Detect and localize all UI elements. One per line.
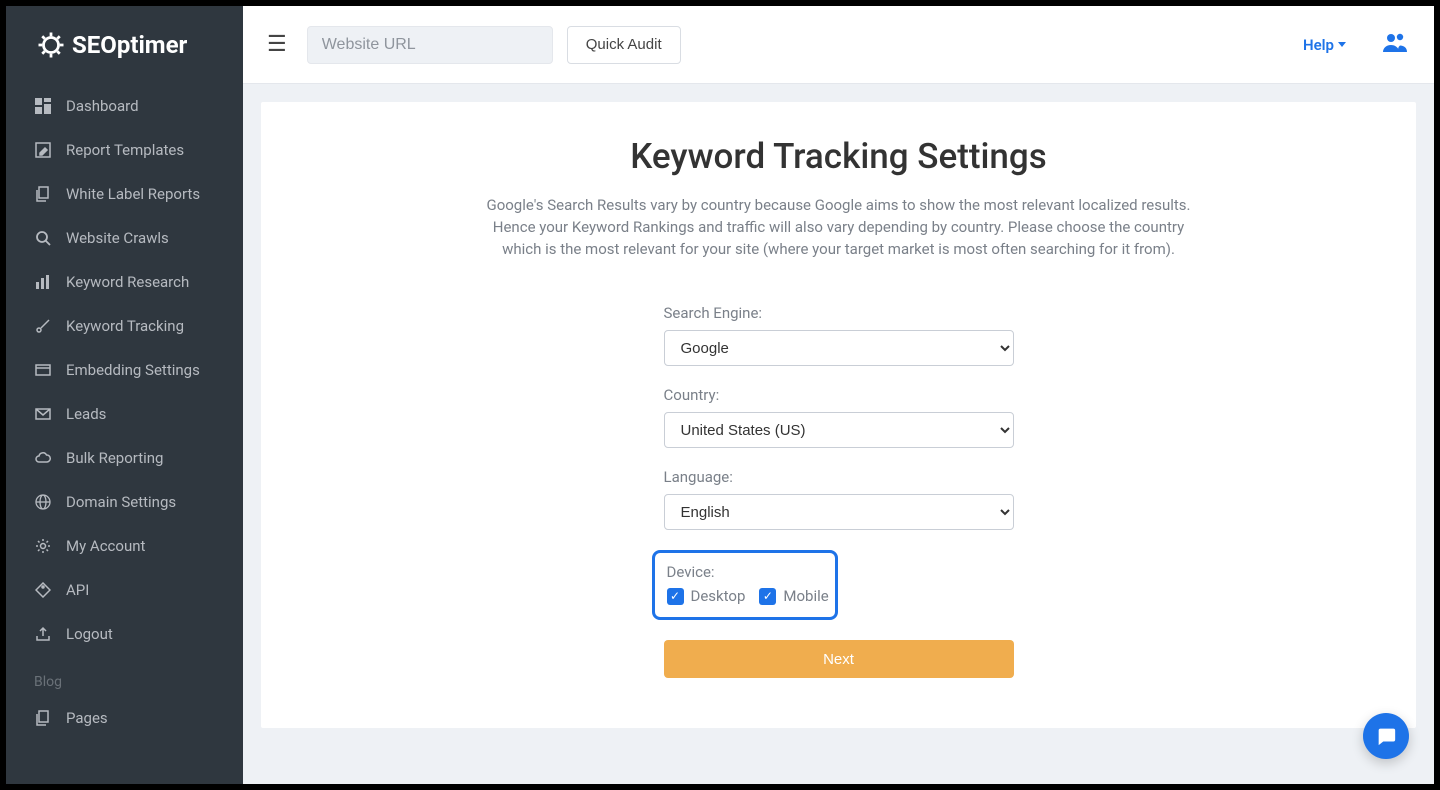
- sidebar-item-embedding-settings[interactable]: Embedding Settings: [6, 348, 243, 392]
- page-description: Google's Search Results vary by country …: [474, 195, 1204, 260]
- upload-icon: [34, 625, 52, 643]
- device-highlight-box: Device: ✓ Desktop ✓ Mobile: [652, 550, 838, 620]
- chat-icon: [1375, 725, 1397, 747]
- sidebar-item-label: Domain Settings: [66, 493, 176, 511]
- logo-icon: [36, 30, 66, 60]
- sidebar: SEOptimer Dashboard Report Templates Whi…: [6, 6, 243, 784]
- quick-audit-button[interactable]: Quick Audit: [567, 26, 681, 64]
- main: ☰ Quick Audit Help Keyword Tracking Sett…: [243, 6, 1434, 784]
- sidebar-item-label: API: [66, 581, 89, 599]
- sidebar-section-blog: Blog: [6, 656, 243, 696]
- search-engine-label: Search Engine:: [664, 304, 1014, 322]
- tag-icon: [34, 581, 52, 599]
- widget-icon: [34, 361, 52, 379]
- sidebar-item-white-label[interactable]: White Label Reports: [6, 172, 243, 216]
- sidebar-item-bulk-reporting[interactable]: Bulk Reporting: [6, 436, 243, 480]
- sidebar-item-label: Keyword Tracking: [66, 317, 184, 335]
- sidebar-item-label: Dashboard: [66, 97, 139, 115]
- sidebar-item-label: Leads: [66, 405, 106, 423]
- page-title: Keyword Tracking Settings: [301, 136, 1376, 177]
- sidebar-item-label: Embedding Settings: [66, 361, 200, 379]
- bars-icon: [34, 273, 52, 291]
- sidebar-item-domain-settings[interactable]: Domain Settings: [6, 480, 243, 524]
- sidebar-item-label: Report Templates: [66, 141, 184, 159]
- topbar: ☰ Quick Audit Help: [243, 6, 1434, 84]
- help-dropdown[interactable]: Help: [1303, 36, 1346, 54]
- sidebar-item-website-crawls[interactable]: Website Crawls: [6, 216, 243, 260]
- sidebar-item-label: White Label Reports: [66, 185, 200, 203]
- website-url-input[interactable]: [307, 26, 553, 64]
- sidebar-item-label: Keyword Research: [66, 273, 189, 291]
- gear-icon: [34, 537, 52, 555]
- globe-icon: [34, 493, 52, 511]
- sidebar-item-logout[interactable]: Logout: [6, 612, 243, 656]
- logo[interactable]: SEOptimer: [6, 6, 243, 84]
- sidebar-item-label: Logout: [66, 625, 113, 643]
- language-label: Language:: [664, 468, 1014, 486]
- hamburger-icon[interactable]: ☰: [261, 26, 293, 63]
- device-label: Device:: [667, 563, 823, 581]
- content: Keyword Tracking Settings Google's Searc…: [243, 84, 1434, 784]
- mobile-checkbox[interactable]: ✓ Mobile: [759, 587, 828, 605]
- country-label: Country:: [664, 386, 1014, 404]
- sidebar-item-my-account[interactable]: My Account: [6, 524, 243, 568]
- sidebar-item-api[interactable]: API: [6, 568, 243, 612]
- cloud-icon: [34, 449, 52, 467]
- settings-form: Search Engine: Google Country: United St…: [664, 304, 1014, 678]
- pin-icon: [34, 317, 52, 335]
- mobile-label: Mobile: [783, 587, 828, 605]
- sidebar-item-dashboard[interactable]: Dashboard: [6, 84, 243, 128]
- desktop-label: Desktop: [691, 587, 746, 605]
- dashboard-icon: [34, 97, 52, 115]
- sidebar-item-label: Website Crawls: [66, 229, 169, 247]
- mail-icon: [34, 405, 52, 423]
- search-engine-select[interactable]: Google: [664, 330, 1014, 366]
- sidebar-item-report-templates[interactable]: Report Templates: [6, 128, 243, 172]
- sidebar-item-label: Pages: [66, 709, 108, 727]
- sidebar-item-leads[interactable]: Leads: [6, 392, 243, 436]
- sidebar-item-keyword-tracking[interactable]: Keyword Tracking: [6, 304, 243, 348]
- search-icon: [34, 229, 52, 247]
- sidebar-item-pages[interactable]: Pages: [6, 696, 243, 740]
- users-icon[interactable]: [1382, 32, 1408, 58]
- country-select[interactable]: United States (US): [664, 412, 1014, 448]
- copy-icon: [34, 185, 52, 203]
- sidebar-item-keyword-research[interactable]: Keyword Research: [6, 260, 243, 304]
- pages-icon: [34, 709, 52, 727]
- language-select[interactable]: English: [664, 494, 1014, 530]
- caret-down-icon: [1338, 42, 1346, 47]
- sidebar-item-label: Bulk Reporting: [66, 449, 163, 467]
- settings-card: Keyword Tracking Settings Google's Searc…: [261, 102, 1416, 728]
- next-button[interactable]: Next: [664, 640, 1014, 678]
- edit-icon: [34, 141, 52, 159]
- nav: Dashboard Report Templates White Label R…: [6, 84, 243, 784]
- checkbox-checked-icon: ✓: [759, 588, 776, 605]
- sidebar-item-label: My Account: [66, 537, 145, 555]
- help-label: Help: [1303, 36, 1334, 54]
- chat-widget-button[interactable]: [1363, 713, 1409, 759]
- brand-text: SEOptimer: [72, 31, 187, 59]
- desktop-checkbox[interactable]: ✓ Desktop: [667, 587, 746, 605]
- checkbox-checked-icon: ✓: [667, 588, 684, 605]
